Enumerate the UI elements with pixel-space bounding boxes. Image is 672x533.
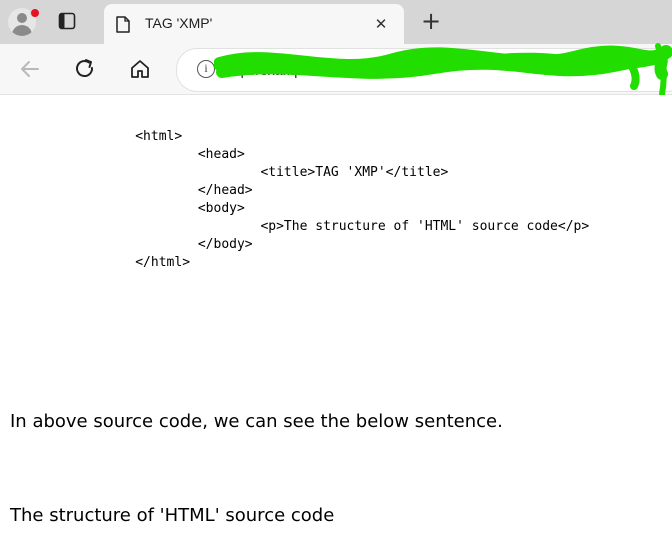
source-line: <p>The structure of 'HTML' source code</… (10, 219, 590, 234)
notification-dot (30, 8, 40, 18)
new-tab-icon[interactable]: + (418, 8, 444, 34)
source-line: </body> (10, 237, 253, 252)
tab-actions-icon[interactable] (58, 12, 76, 30)
tab-title: TAG 'XMP' (145, 15, 213, 31)
close-tab-icon[interactable]: ✕ (372, 15, 390, 33)
source-line: </html> (10, 255, 191, 270)
source-line: <title>TAG 'XMP'</title> (10, 165, 449, 180)
avatar-shoulders (12, 25, 32, 36)
xmp-source-block: <html> <head> <title>TAG 'XMP'</title> <… (10, 128, 589, 272)
source-line: <html> (10, 129, 183, 144)
source-line: <body> (10, 201, 245, 216)
back-arrow-icon[interactable] (17, 56, 43, 82)
source-line: <head> (10, 147, 245, 162)
document-icon (116, 16, 130, 33)
source-line: </head> (10, 183, 253, 198)
redaction-scribble (214, 43, 672, 97)
page-content: <html> <head> <title>TAG 'XMP'</title> <… (0, 95, 672, 533)
reload-icon[interactable] (72, 56, 98, 82)
paragraph-sentence: The structure of 'HTML' source code (10, 505, 335, 526)
paragraph-explanation: In above source code, we can see the bel… (10, 411, 503, 432)
info-icon[interactable]: i (197, 60, 215, 78)
home-icon[interactable] (127, 56, 153, 82)
avatar-head (17, 13, 27, 23)
